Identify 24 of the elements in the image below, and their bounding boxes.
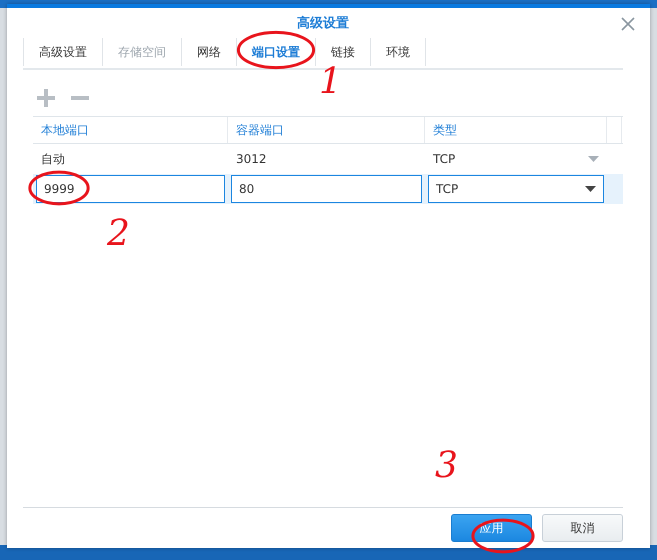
window-title: 高级设置	[297, 14, 349, 32]
tab[interactable]: 高级设置	[23, 38, 103, 66]
close-icon[interactable]	[621, 17, 635, 31]
column-header: 类型	[425, 117, 607, 143]
dropdown-arrow-icon	[588, 156, 599, 162]
tab[interactable]: 链接	[316, 38, 371, 66]
annotation-circle	[28, 170, 90, 206]
table-cell-text: 3012	[235, 152, 268, 166]
annotation-circle	[471, 518, 535, 554]
column-header: 容器端口	[228, 117, 425, 143]
tab[interactable]: 环境	[371, 38, 426, 66]
add-icon[interactable]	[36, 88, 56, 108]
port-field[interactable]: 80	[231, 175, 422, 203]
cancel-button[interactable]: 取消	[542, 514, 623, 542]
table-cell-text: 自动	[40, 150, 66, 168]
tab[interactable]: 网络	[182, 38, 237, 66]
type-cell: TCP	[425, 152, 607, 166]
type-dropdown[interactable]: TCP	[428, 175, 604, 203]
caret-icon	[585, 186, 596, 192]
port-field[interactable]: 9999	[36, 175, 225, 203]
annotation-number: 2	[107, 216, 130, 252]
column-header: 本地端口	[33, 117, 228, 143]
annotation-number: 3	[435, 448, 458, 484]
annotation-number: 1	[319, 64, 342, 100]
